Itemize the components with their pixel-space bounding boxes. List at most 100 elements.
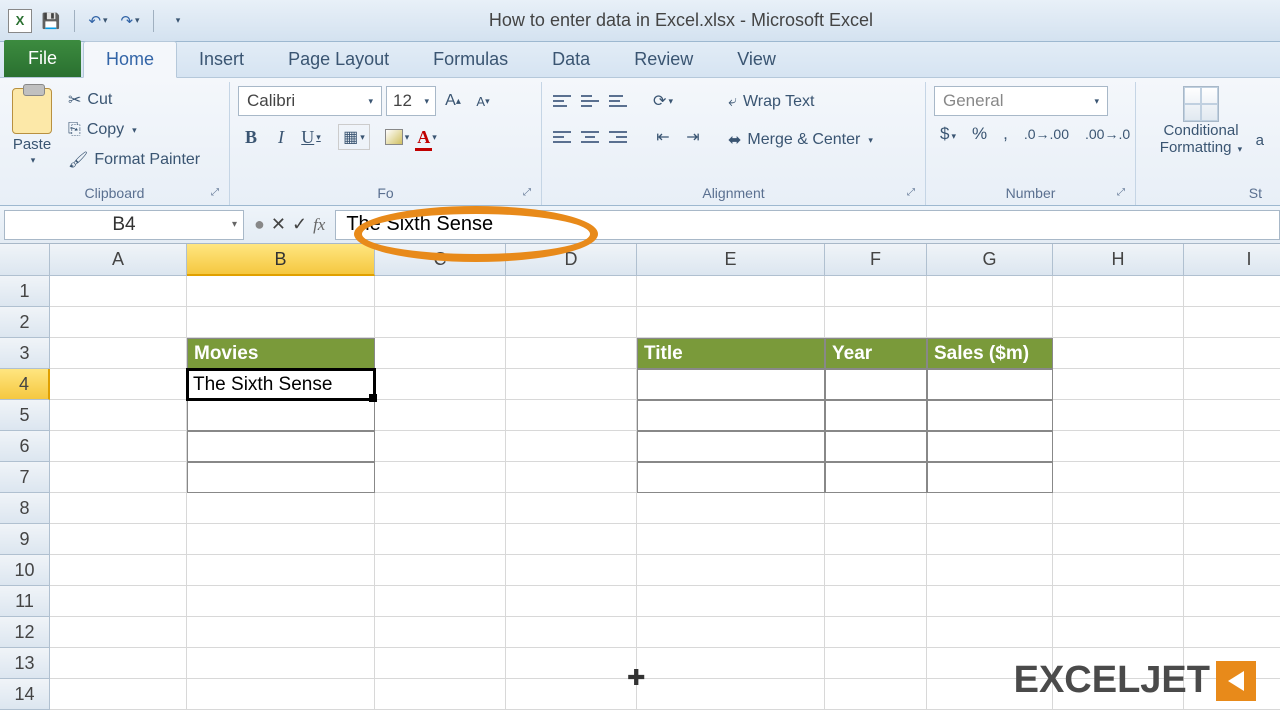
cancel-edit-icon[interactable]: ● [254,214,265,235]
cancel-icon[interactable]: ✕ [271,214,286,235]
conditional-formatting-button[interactable]: Conditional Formatting ▾ [1142,84,1260,158]
row-header-13[interactable]: 13 [0,648,50,679]
cell-G6[interactable] [927,431,1053,462]
tab-home[interactable]: Home [83,41,177,78]
merge-center-button[interactable]: ⬌ Merge & Center ▾ [724,126,877,154]
increase-indent-icon[interactable]: ⇥ [680,124,706,150]
redo-icon[interactable]: ↷▾ [117,8,143,34]
row-header-4[interactable]: 4 [0,369,50,400]
clipboard-dialog-launcher[interactable]: ⤢ [211,187,225,201]
cell-G3[interactable]: Sales ($m) [927,338,1053,369]
underline-button[interactable]: U▾ [298,124,324,150]
tab-review[interactable]: Review [612,42,715,77]
row-header-7[interactable]: 7 [0,462,50,493]
align-center-icon[interactable] [578,126,602,148]
currency-icon[interactable]: $▾ [934,124,962,144]
accept-icon[interactable]: ✓ [292,214,307,235]
comma-icon[interactable]: , [997,124,1014,144]
row-header-12[interactable]: 12 [0,617,50,648]
cell-G5[interactable] [927,400,1053,431]
align-right-icon[interactable] [606,126,630,148]
cell-G4[interactable] [927,369,1053,400]
name-box[interactable]: B4 ▾ [4,210,244,240]
col-header-F[interactable]: F [825,244,927,276]
shrink-font-icon[interactable]: A▾ [470,88,496,114]
select-all-corner[interactable] [0,244,50,276]
alignment-dialog-launcher[interactable]: ⤢ [907,187,921,201]
format-painter-button[interactable]: 🖌 Format Painter [64,146,204,174]
row-header-11[interactable]: 11 [0,586,50,617]
fx-icon[interactable]: fx [313,215,325,235]
paste-button[interactable]: Paste ▾ [6,84,58,170]
cell-B7[interactable] [187,462,375,493]
cell-F7[interactable] [825,462,927,493]
col-header-D[interactable]: D [506,244,637,276]
font-color-button[interactable]: A▾ [414,124,440,150]
cell-F3[interactable]: Year [825,338,927,369]
tab-formulas[interactable]: Formulas [411,42,530,77]
align-top-icon[interactable] [550,90,574,112]
cell-E3[interactable]: Title [637,338,825,369]
col-header-I[interactable]: I [1184,244,1280,276]
cell-F5[interactable] [825,400,927,431]
cut-button[interactable]: ✂ Cut [64,86,204,114]
tab-view[interactable]: View [715,42,798,77]
tab-file[interactable]: File [4,40,81,77]
row-header-6[interactable]: 6 [0,431,50,462]
cell-G7[interactable] [927,462,1053,493]
cell-B3[interactable]: Movies [187,338,375,369]
excel-icon[interactable]: X [8,9,32,33]
cell-E5[interactable] [637,400,825,431]
row-header-9[interactable]: 9 [0,524,50,555]
col-header-G[interactable]: G [927,244,1053,276]
col-header-E[interactable]: E [637,244,825,276]
row-header-10[interactable]: 10 [0,555,50,586]
undo-icon[interactable]: ↶▾ [85,8,111,34]
row-header-8[interactable]: 8 [0,493,50,524]
tab-page-layout[interactable]: Page Layout [266,42,411,77]
cell-B5[interactable] [187,400,375,431]
formula-input[interactable] [346,213,1269,236]
col-header-C[interactable]: C [375,244,506,276]
col-header-A[interactable]: A [50,244,187,276]
row-header-3[interactable]: 3 [0,338,50,369]
wrap-text-button[interactable]: ⤶ Wrap Text [724,88,877,116]
grow-font-icon[interactable]: A▴ [440,88,466,114]
decrease-decimal-icon[interactable]: .00→.0 [1079,126,1136,142]
font-size-combo[interactable]: 12▾ [386,86,436,116]
worksheet-grid[interactable]: 1234567891011121314 ABCDEFGHI MoviesTitl… [0,244,1280,720]
align-left-icon[interactable] [550,126,574,148]
tab-data[interactable]: Data [530,42,612,77]
formula-bar[interactable] [335,210,1280,240]
copy-button[interactable]: ⎘ Copy ▾ [64,116,204,144]
fill-handle[interactable] [369,394,377,402]
save-icon[interactable]: 💾 [38,8,64,34]
number-dialog-launcher[interactable]: ⤢ [1117,187,1131,201]
cell-E6[interactable] [637,431,825,462]
col-header-H[interactable]: H [1053,244,1184,276]
row-header-5[interactable]: 5 [0,400,50,431]
align-bottom-icon[interactable] [606,90,630,112]
font-name-combo[interactable]: Calibri▾ [238,86,382,116]
cell-B6[interactable] [187,431,375,462]
align-middle-icon[interactable] [578,90,602,112]
increase-decimal-icon[interactable]: .0→.00 [1018,126,1075,142]
font-dialog-launcher[interactable]: ⤢ [523,187,537,201]
orientation-icon[interactable]: ⟳▾ [650,88,676,114]
borders-button[interactable]: ▦▾ [338,124,370,150]
fill-color-button[interactable]: ▾ [384,124,410,150]
row-header-2[interactable]: 2 [0,307,50,338]
percent-icon[interactable]: % [966,124,993,144]
number-format-combo[interactable]: General▾ [934,86,1108,116]
bold-button[interactable]: B [238,124,264,150]
cell-E7[interactable] [637,462,825,493]
active-cell[interactable]: The Sixth Sense [186,368,376,401]
row-header-1[interactable]: 1 [0,276,50,307]
row-header-14[interactable]: 14 [0,679,50,710]
cell-F6[interactable] [825,431,927,462]
col-header-B[interactable]: B [187,244,375,276]
italic-button[interactable]: I [268,124,294,150]
decrease-indent-icon[interactable]: ⇤ [650,124,676,150]
cell-E4[interactable] [637,369,825,400]
customize-qat-icon[interactable]: ▾ [164,8,190,34]
